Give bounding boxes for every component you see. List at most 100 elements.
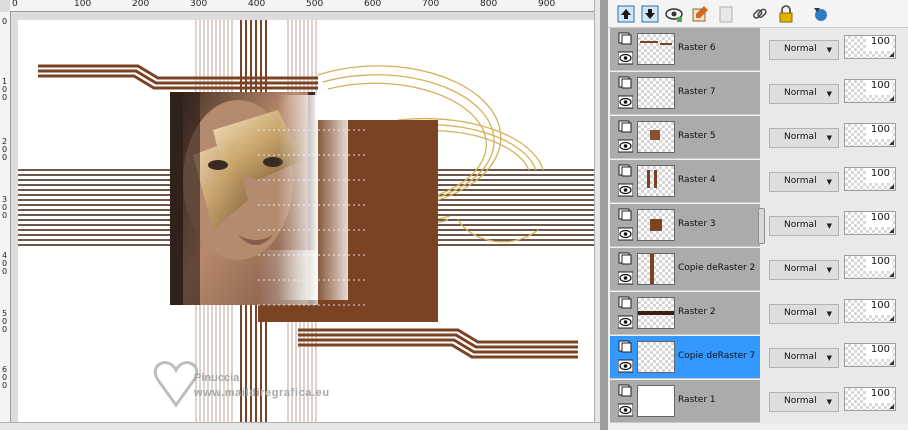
opacity-value[interactable]: 100 [866,300,892,315]
blend-mode-dropdown[interactable]: Normal ▼ [769,84,839,104]
opacity-slider-icon[interactable] [889,184,894,189]
blend-mode-dropdown[interactable]: Normal ▼ [769,348,839,368]
opacity-slider-icon[interactable] [889,272,894,277]
layer-row[interactable]: Copie deRaster 2 Normal ▼ 100 [608,248,908,292]
visibility-eye-icon[interactable] [618,139,633,153]
canvas-area[interactable]: 0 100 200 300 400 500 600 700 800 900 0 1 0 0 2 0 0… [0,0,600,430]
layer-properties-icon[interactable] [618,32,633,46]
layer-name[interactable]: Copie deRaster 2 [678,263,755,273]
opacity-field[interactable]: 100 [844,343,896,367]
delete-layer-icon[interactable] [716,4,736,24]
layer-item[interactable]: Raster 5 [610,116,760,159]
layer-properties-icon[interactable] [618,296,633,310]
opacity-value[interactable]: 100 [866,168,892,183]
opacity-field[interactable]: 100 [844,35,896,59]
layer-properties-icon[interactable] [618,120,633,134]
layer-row[interactable]: Copie deRaster 7 Normal ▼ 100 [608,336,908,380]
opacity-value[interactable]: 100 [866,80,892,95]
layer-name[interactable]: Copie deRaster 7 [678,351,755,361]
opacity-field[interactable]: 100 [844,255,896,279]
layer-name[interactable]: Raster 1 [678,395,716,405]
opacity-value[interactable]: 100 [866,124,892,139]
opacity-value[interactable]: 100 [866,344,892,359]
visibility-eye-icon[interactable] [618,95,633,109]
visibility-eye-icon[interactable] [618,51,633,65]
blend-mode-dropdown[interactable]: Normal ▼ [769,128,839,148]
opacity-value[interactable]: 100 [866,256,892,271]
visibility-eye-icon[interactable] [618,271,633,285]
layer-name[interactable]: Raster 6 [678,43,716,53]
blend-mode-dropdown[interactable]: Normal ▼ [769,392,839,412]
visibility-eye-icon[interactable] [618,359,633,373]
panel-separator[interactable] [600,0,608,430]
visibility-eye-icon[interactable] [618,315,633,329]
opacity-value[interactable]: 100 [866,36,892,51]
blend-mode-dropdown[interactable]: Normal ▼ [769,216,839,236]
layer-name[interactable]: Raster 7 [678,87,716,97]
opacity-slider-icon[interactable] [889,228,894,233]
opacity-slider-icon[interactable] [889,140,894,145]
layer-name[interactable]: Raster 4 [678,175,716,185]
layer-item[interactable]: Raster 3 [610,204,760,247]
layer-row[interactable]: Raster 2 Normal ▼ 100 [608,292,908,336]
vertical-ruler: 0 1 0 0 2 0 0 3 0 0 4 0 0 5 0 0 6 0 0 [0,12,11,422]
opacity-slider-icon[interactable] [889,360,894,365]
blend-mode-dropdown[interactable]: Normal ▼ [769,172,839,192]
lock-layer-icon[interactable] [776,4,796,24]
edit-mask-icon[interactable] [690,4,710,24]
watermark-url: www.maildiregrafica.eu [194,387,330,399]
layer-item[interactable]: Raster 4 [610,160,760,203]
visibility-eye-icon[interactable] [618,403,633,417]
opacity-field[interactable]: 100 [844,123,896,147]
panel-collapse-handle[interactable] [758,208,765,244]
opacity-field[interactable]: 100 [844,167,896,191]
link-layers-icon[interactable] [750,4,770,24]
refresh-icon[interactable] [810,4,830,24]
horizontal-scrollbar[interactable] [0,422,600,430]
layer-item[interactable]: Raster 6 [610,28,760,71]
toggle-visibility-icon[interactable] [664,4,684,24]
opacity-field[interactable]: 100 [844,299,896,323]
blend-mode-dropdown[interactable]: Normal ▼ [769,304,839,324]
opacity-slider-icon[interactable] [889,404,894,409]
layer-name[interactable]: Raster 5 [678,131,716,141]
layer-item[interactable]: Raster 2 [610,292,760,335]
layer-properties-icon[interactable] [618,384,633,398]
visibility-eye-icon[interactable] [618,227,633,241]
opacity-slider-icon[interactable] [889,96,894,101]
layer-row[interactable]: Raster 7 Normal ▼ 100 [608,72,908,116]
opacity-field[interactable]: 100 [844,211,896,235]
layer-item[interactable]: Copie deRaster 2 [610,248,760,291]
layer-properties-icon[interactable] [618,252,633,266]
layer-properties-icon[interactable] [618,164,633,178]
layer-row[interactable]: Raster 6 Normal ▼ 100 [608,28,908,72]
chevron-down-icon: ▼ [826,178,832,186]
opacity-slider-icon[interactable] [889,316,894,321]
layer-thumbnail [637,209,675,241]
opacity-field[interactable]: 100 [844,387,896,411]
layer-properties-icon[interactable] [618,76,633,90]
ruler-top-label: 800 [480,0,498,9]
layer-row[interactable]: Raster 5 Normal ▼ 100 [608,116,908,160]
layer-row[interactable]: Raster 4 Normal ▼ 100 [608,160,908,204]
blend-mode-dropdown[interactable]: Normal ▼ [769,40,839,60]
layer-item[interactable]: Raster 7 [610,72,760,115]
opacity-value[interactable]: 100 [866,212,892,227]
blend-mode-value: Normal [784,132,817,142]
layer-controls: Normal ▼ 100 [760,292,908,336]
layer-item[interactable]: Raster 1 [610,380,760,423]
move-layer-down-icon[interactable] [640,4,660,24]
visibility-eye-icon[interactable] [618,183,633,197]
layer-row[interactable]: Raster 1 Normal ▼ 100 [608,380,908,424]
layer-properties-icon[interactable] [618,340,633,354]
blend-mode-dropdown[interactable]: Normal ▼ [769,260,839,280]
layer-properties-icon[interactable] [618,208,633,222]
layer-name[interactable]: Raster 2 [678,307,716,317]
opacity-value[interactable]: 100 [866,388,892,403]
layer-item[interactable]: Copie deRaster 7 [610,336,760,379]
layer-thumbnail [637,385,675,417]
layer-name[interactable]: Raster 3 [678,219,716,229]
opacity-slider-icon[interactable] [889,52,894,57]
move-layer-up-icon[interactable] [616,4,636,24]
opacity-field[interactable]: 100 [844,79,896,103]
